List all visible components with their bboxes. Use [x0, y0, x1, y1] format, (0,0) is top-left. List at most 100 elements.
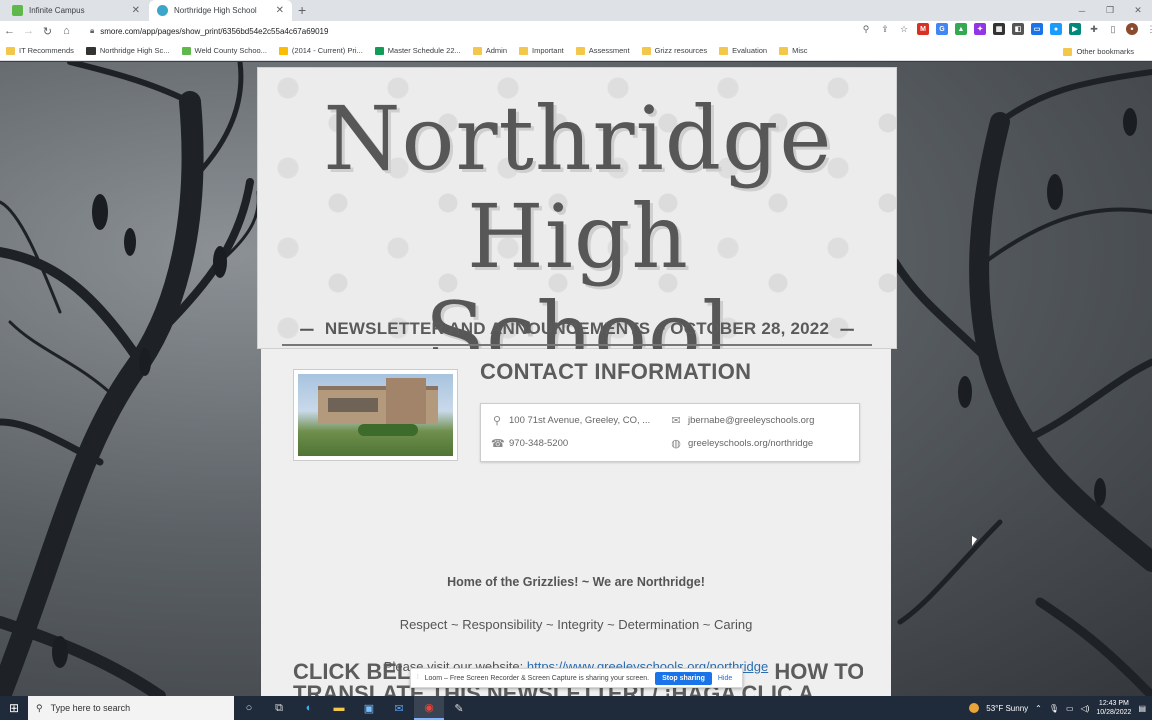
folder-icon [641, 46, 651, 55]
tab-infinite-campus[interactable]: Infinite Campus ✕ [4, 0, 148, 21]
close-tab-icon[interactable]: ✕ [132, 5, 140, 16]
bush-shape [358, 424, 418, 436]
file-explorer-icon[interactable]: ▬ [324, 696, 354, 720]
restore-icon[interactable]: ❐ [1096, 0, 1124, 21]
bookmark-label: Assessment [588, 46, 630, 55]
loom-extension-icon[interactable]: ● [1050, 23, 1062, 35]
hide-button[interactable]: Hide [718, 675, 732, 682]
map-pin-icon: ⚲ [492, 415, 502, 427]
bookmark-drive[interactable]: (2014 - Current) Pri... [278, 46, 363, 55]
school-photo[interactable] [293, 369, 458, 461]
address-bar[interactable]: 🔒︎ smore.com/app/pages/show_print/6356bd… [86, 23, 882, 39]
weather-text[interactable]: 53°F Sunny [986, 704, 1028, 713]
school-title-line1: Northridge High [323, 87, 833, 288]
bookmark-star-icon[interactable]: ☆ [898, 23, 910, 35]
tab-title: Northridge High School [174, 6, 257, 15]
tray-chevron-icon[interactable]: ⌃ [1035, 704, 1042, 713]
side-panel-icon[interactable]: ▯ [1107, 23, 1119, 35]
tab-strip: Infinite Campus ✕ Northridge High School… [0, 0, 1152, 21]
loom-message: Loom – Free Screen Recorder & Screen Cap… [424, 674, 650, 682]
menu-kebab-icon[interactable]: ⋮ [1145, 23, 1152, 35]
window-controls: ─ ❐ ✕ [1068, 0, 1152, 21]
clock[interactable]: 12:43 PM 10/28/2022 [1096, 699, 1131, 717]
bookmark-misc[interactable]: Misc [779, 46, 808, 55]
contact-information-heading: CONTACT INFORMATION [480, 359, 752, 384]
email-item[interactable]: ✉ jbernabe@greeleyschools.org [670, 414, 814, 427]
edge-icon[interactable]: ◐ [294, 696, 324, 720]
newsletter-body: CONTACT INFORMATION ⚲ 100 71st Avenue, Gr… [261, 349, 891, 696]
close-window-icon[interactable]: ✕ [1124, 0, 1152, 21]
bookmark-master-schedule[interactable]: Master Schedule 22... [374, 46, 461, 55]
bookmark-label: Admin [485, 46, 508, 55]
notifications-icon[interactable]: ▤ [1138, 704, 1146, 713]
chrome-icon[interactable]: ◉ [414, 696, 444, 720]
school-values: Respect ~ Responsibility ~ Integrity ~ D… [399, 617, 753, 632]
bookmark-important[interactable]: Important [519, 46, 564, 55]
back-icon[interactable]: ← [0, 25, 19, 37]
new-tab-icon[interactable]: + [298, 2, 306, 18]
other-bookmarks[interactable]: Other bookmarks [1063, 47, 1134, 56]
bookmark-label: Grizz resources [654, 46, 708, 55]
mouse-cursor-icon [972, 536, 977, 546]
qr-extension-icon[interactable]: ▦ [993, 23, 1005, 35]
page-viewport[interactable]: Northridge High School ー NEWSLETTER AND … [0, 62, 1152, 696]
windows-start-icon[interactable]: ⊞ [0, 696, 28, 720]
newsletter-subtitle-bar: ー NEWSLETTER AND ANNOUNCEMENTS ~ OCTOBER… [282, 314, 872, 346]
bookmark-it-recommends[interactable]: IT Recommends [6, 46, 74, 55]
bookmark-grizz-resources[interactable]: Grizz resources [641, 46, 708, 55]
gmail-extension-icon[interactable]: M [917, 23, 929, 35]
drive-icon [278, 46, 288, 55]
bookmark-evaluation[interactable]: Evaluation [719, 46, 767, 55]
website-item[interactable]: ◍ greeleyschools.org/northridge [670, 437, 813, 450]
zoom-icon[interactable]: ⚲ [860, 23, 872, 35]
folder-icon [6, 46, 15, 55]
drive-extension-icon[interactable]: ▲ [955, 23, 967, 35]
bookmark-label: Evaluation [732, 46, 768, 55]
puzzle-extension-icon[interactable]: ✦ [974, 23, 986, 35]
cortana-icon[interactable]: ○ [234, 696, 264, 720]
website-text: greeleyschools.org/northridge [688, 438, 814, 449]
forward-icon[interactable]: → [19, 25, 38, 37]
close-tab-icon[interactable]: ✕ [276, 5, 284, 16]
bookmark-admin[interactable]: Admin [472, 46, 508, 55]
network-icon[interactable]: ▭ [1066, 704, 1074, 713]
screencast-extension-icon[interactable]: ◧ [1012, 23, 1024, 35]
folder-icon [575, 46, 585, 55]
smore-favicon-icon [157, 5, 168, 16]
translate-extension-icon[interactable]: G [936, 23, 948, 35]
cast-extension-icon[interactable]: ▭ [1031, 23, 1043, 35]
tab-northridge-high-school[interactable]: Northridge High School ✕ [149, 0, 292, 21]
store-icon[interactable]: ▣ [354, 696, 384, 720]
bookmark-northridge[interactable]: Northridge High Sc... [85, 46, 170, 55]
extensions-icon[interactable]: ✚ [1088, 23, 1100, 35]
mail-icon[interactable]: ✉ [384, 696, 414, 720]
reload-icon[interactable]: ↻ [38, 25, 57, 38]
address-item[interactable]: ⚲ 100 71st Avenue, Greeley, CO, ... [491, 414, 650, 427]
bookmark-label: Important [532, 46, 564, 55]
system-tray: 53°F Sunny ⌃ 🎙︎ ▭ ◁) 12:43 PM 10/28/2022… [969, 696, 1152, 720]
tagline: Home of the Grizzlies! ~ We are Northrid… [447, 575, 705, 589]
stop-sharing-button[interactable]: Stop sharing [655, 671, 712, 685]
url-text: smore.com/app/pages/show_print/6356bd54e… [100, 26, 329, 36]
bookmark-label: Weld County Schoo... [194, 46, 267, 55]
folder-icon [719, 46, 729, 55]
bookmarks-bar: IT Recommends Northridge High Sc... Weld… [0, 41, 1152, 61]
decorative-dash-icon: ー [298, 323, 315, 340]
taskbar-search-box[interactable]: ⚲ Type here to search [28, 696, 234, 720]
meet-extension-icon[interactable]: ▶ [1069, 23, 1081, 35]
bookmark-weld-county[interactable]: Weld County Schoo... [181, 46, 267, 55]
phone-item[interactable]: ☎ 970-348-5200 [491, 437, 568, 450]
profile-avatar-icon[interactable]: • [1126, 23, 1138, 35]
bookmark-label: Misc [792, 46, 808, 55]
infinite-campus-favicon-icon [12, 5, 23, 16]
drag-handle-icon[interactable]: ⦙ [417, 674, 419, 682]
browser-toolbar: ← → ↻ ⌂ 🔒︎ smore.com/app/pages/show_prin… [0, 21, 1152, 41]
microphone-icon[interactable]: 🎙︎ [1049, 704, 1059, 713]
minimize-icon[interactable]: ─ [1068, 0, 1096, 21]
paint-icon[interactable]: ✎ [444, 696, 474, 720]
share-icon[interactable]: ⇪ [879, 23, 891, 35]
bookmark-assessment[interactable]: Assessment [575, 46, 630, 55]
home-icon[interactable]: ⌂ [57, 25, 76, 37]
task-view-icon[interactable]: ⧉ [264, 696, 294, 720]
volume-icon[interactable]: ◁) [1081, 704, 1090, 713]
